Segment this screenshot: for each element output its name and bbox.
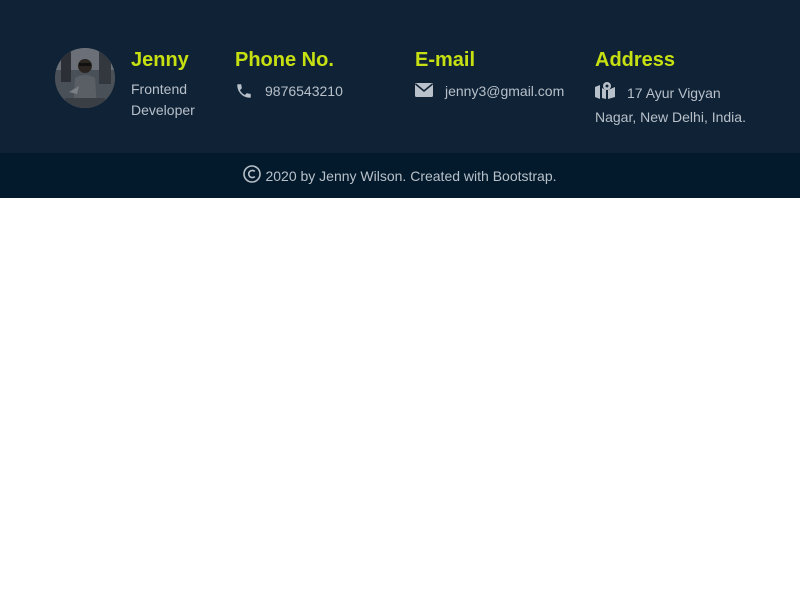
address-title: Address — [595, 49, 676, 71]
address-line2: Nagar, New Delhi, India. — [595, 109, 746, 125]
copyright-text: 2020 by Jenny Wilson. Created with Boots… — [265, 167, 557, 184]
profile-role: Frontend Developer — [131, 79, 195, 121]
address-value: 17 Ayur Vigyan Nagar, New Delhi, India. — [595, 81, 765, 129]
footer-main: Jenny Frontend Developer Phone No. 98765… — [0, 0, 800, 153]
phone-value[interactable]: 9876543210 — [265, 81, 343, 102]
phone-title: Phone No. — [235, 49, 334, 71]
envelope-icon — [414, 83, 434, 102]
profile-role-line1: Frontend — [131, 81, 188, 97]
phone-icon — [235, 82, 253, 105]
email-value[interactable]: jenny3@gmail.com — [445, 81, 564, 102]
email-title: E-mail — [415, 49, 476, 71]
avatar — [55, 48, 115, 108]
address-line1: 17 Ayur Vigyan — [627, 85, 721, 101]
copyright-bar: 2020 by Jenny Wilson. Created with Boots… — [0, 153, 800, 198]
profile-name: Jenny — [131, 49, 189, 71]
profile-role-line2: Developer — [131, 102, 195, 118]
copyright-icon — [243, 164, 262, 183]
